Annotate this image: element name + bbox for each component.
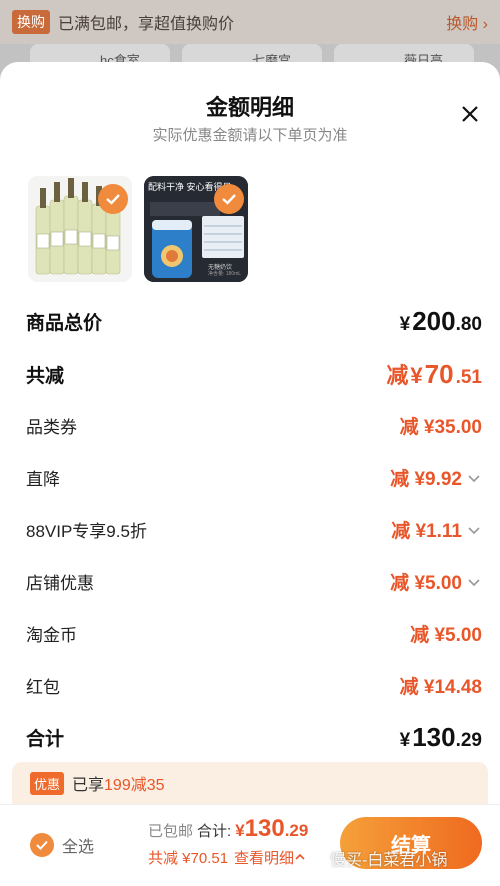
taojinbi-label: 淘金币 <box>26 626 77 645</box>
chevron-down-icon <box>468 526 480 534</box>
category-coupon-amount: 减 ¥35.00 <box>399 417 482 438</box>
red-packet-amount: 减 ¥14.48 <box>399 677 482 698</box>
promo-text: 已享199减35 <box>72 771 165 795</box>
select-all-checkbox[interactable] <box>30 833 54 857</box>
goods-total-label: 商品总价 <box>26 313 103 334</box>
close-button[interactable] <box>456 100 484 128</box>
sum-total-dec: .29 <box>455 730 482 751</box>
checkout-bar: 全选 已包邮 合计: ¥ 130 .29 共减 ¥70.51 查看明细 结算 <box>0 804 500 886</box>
category-coupon-value: 减 ¥35.00 <box>400 412 482 439</box>
row-taojinbi: 淘金币 减 ¥5.00 <box>26 620 482 647</box>
total-reduce-dec: .51 <box>455 367 482 388</box>
store-discount-value: 减 ¥5.00 <box>390 568 482 595</box>
view-detail-link[interactable]: 查看明细 <box>234 847 306 868</box>
close-icon <box>462 106 478 122</box>
chevron-up-icon <box>295 853 305 860</box>
promo-tag: 优惠 <box>30 771 65 795</box>
sum-total-value: ¥ 130 .29 <box>400 722 482 753</box>
milk-net-text: 净含量: 180mL <box>208 271 242 277</box>
select-all-label: 全选 <box>62 839 95 856</box>
reduce-line: 共减 ¥70.51 查看明细 <box>148 847 308 868</box>
chevron-down-icon <box>468 474 480 482</box>
goods-total-dec: .80 <box>455 314 482 335</box>
promo-text-highlight: 199减35 <box>104 777 165 794</box>
row-red-packet: 红包 减 ¥14.48 <box>26 672 482 699</box>
direct-drop-amount: 减 ¥9.92 <box>390 469 462 490</box>
product-thumbnail-milk[interactable]: 配料干净 安心看得见 无糖奶饮 净含量: 180mL <box>144 176 248 282</box>
sum-label: 合计: <box>197 823 232 840</box>
sum-amount-int: 130 <box>244 815 285 842</box>
yen-sign: ¥ <box>235 821 245 840</box>
product-thumbnail-wine[interactable] <box>28 176 132 282</box>
direct-drop-label: 直降 <box>26 470 60 489</box>
exchange-tag: 换购 <box>12 10 50 34</box>
chevron-down-icon <box>468 578 480 586</box>
category-coupon-label: 品类券 <box>26 418 77 437</box>
row-category-coupon: 品类券 减 ¥35.00 <box>26 412 482 439</box>
promo-text-prefix: 已享 <box>72 777 105 794</box>
sum-amount: ¥ 130 .29 <box>235 815 308 843</box>
yen-sign: ¥ <box>399 314 411 335</box>
order-summary: 已包邮 合计: ¥ 130 .29 共减 ¥70.51 查看明细 <box>148 815 308 868</box>
row-sum-total: 合计 ¥ 130 .29 <box>26 722 482 753</box>
taojinbi-value: 减 ¥5.00 <box>410 620 482 647</box>
sum-total-label: 合计 <box>26 729 65 750</box>
store-discount-amount: 减 ¥5.00 <box>390 573 462 594</box>
yen-sign: ¥ <box>410 363 423 388</box>
total-reduce-value: 减 ¥ 70 .51 <box>386 358 482 390</box>
store-discount-label: 店铺优惠 <box>26 574 94 593</box>
direct-drop-value: 减 ¥9.92 <box>390 464 482 491</box>
amount-detail-sheet: 金额明细 实际优惠金额请以下单页为准 配料干净 安心看得见 无糖奶饮 净含量: … <box>0 62 500 886</box>
row-direct-drop[interactable]: 直降 减 ¥9.92 <box>26 464 482 491</box>
check-icon <box>106 194 120 205</box>
summary-line: 已包邮 合计: ¥ 130 .29 <box>148 815 308 843</box>
exchange-banner: 换购 已满包邮，享超值换购价 换购 › <box>0 0 500 44</box>
total-reduce-int: 70 <box>424 359 454 389</box>
view-detail-label: 查看明细 <box>234 850 295 867</box>
product-thumbnails: 配料干净 安心看得见 无糖奶饮 净含量: 180mL <box>28 176 248 282</box>
exchange-link: 换购 › <box>446 16 488 33</box>
select-all-toggle[interactable]: 全选 <box>30 833 94 857</box>
sum-total-int: 130 <box>412 722 456 752</box>
watermark-text: 慢买-白菜君小锅 <box>330 852 448 869</box>
reduce-prefix: 减 <box>386 363 409 388</box>
yen-sign: ¥ <box>399 730 411 751</box>
vip-discount-label: 88VIP专享9.5折 <box>26 522 147 541</box>
selected-check-badge <box>214 184 244 214</box>
sum-amount-dec: .29 <box>284 821 309 840</box>
red-packet-label: 红包 <box>26 678 60 697</box>
check-icon <box>222 194 236 205</box>
goods-total-value: ¥ 200 .80 <box>400 306 482 337</box>
reduce-text: 共减 ¥70.51 <box>148 850 229 867</box>
taojinbi-amount: 减 ¥5.00 <box>410 625 482 646</box>
row-total-reduce: 共减 减 ¥ 70 .51 <box>26 358 482 390</box>
total-reduce-label: 共减 <box>26 365 65 387</box>
row-store-discount[interactable]: 店铺优惠 减 ¥5.00 <box>26 568 482 595</box>
sheet-title: 金额明细 <box>205 95 294 120</box>
sheet-subtitle: 实际优惠金额请以下单页为准 <box>152 127 348 144</box>
row-goods-total: 商品总价 ¥ 200 .80 <box>26 306 482 337</box>
selected-check-badge <box>98 184 128 214</box>
promo-bar: 优惠 已享199减35 <box>12 762 488 804</box>
vip-discount-value: 减 ¥1.11 <box>391 516 482 543</box>
goods-total-int: 200 <box>412 306 456 336</box>
exchange-banner-text: 已满包邮，享超值换购价 <box>58 16 235 33</box>
check-icon <box>36 840 48 850</box>
shipping-text: 已包邮 <box>148 823 194 840</box>
red-packet-value: 减 ¥14.48 <box>400 672 482 699</box>
row-vip-discount[interactable]: 88VIP专享9.5折 减 ¥1.11 <box>26 516 482 543</box>
vip-discount-amount: 减 ¥1.11 <box>391 521 462 542</box>
